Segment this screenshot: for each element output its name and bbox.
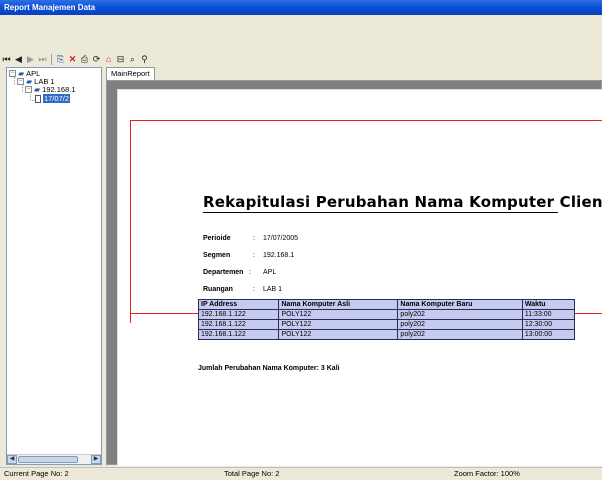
empty-band xyxy=(0,15,602,48)
column-header: Waktu xyxy=(521,299,576,310)
column-header: Nama Komputer Asli xyxy=(278,299,399,310)
rename-table: IP Address Nama Komputer Asli Nama Kompu… xyxy=(197,299,576,340)
print-icon[interactable]: ⎙ xyxy=(80,54,89,64)
table-cell: poly202 xyxy=(397,319,523,330)
toolbar-separator xyxy=(51,53,52,65)
meta-value-departemen: APL xyxy=(263,269,277,276)
close-icon[interactable]: ✕ xyxy=(68,54,77,64)
meta-colon: : xyxy=(249,269,251,276)
table-cell: 13:00:00 xyxy=(521,329,576,340)
table-cell: POLY122 xyxy=(278,309,399,320)
table-cell: 192.168.1.122 xyxy=(197,329,280,340)
zoom-icon[interactable]: ⌕ xyxy=(128,54,137,64)
table-row: 192.168.1.122 POLY122 poly202 12:30:00 xyxy=(197,319,576,330)
rename-summary: Jumlah Perubahan Nama Komputer: 3 Kali xyxy=(198,365,340,372)
meta-value-ruangan: LAB 1 xyxy=(263,286,283,293)
tab-label: MainReport xyxy=(111,69,150,78)
scroll-thumb[interactable] xyxy=(18,456,78,463)
tree-node-label: 192.168.1 xyxy=(42,85,76,94)
meta-label-ruangan: Ruangan xyxy=(203,286,233,293)
table-cell: POLY122 xyxy=(278,329,399,340)
export-icon[interactable]: ⎘ xyxy=(56,54,65,64)
tab-main-report[interactable]: MainReport xyxy=(106,67,155,80)
scroll-left-icon[interactable]: ◀ xyxy=(7,455,17,464)
group-tree-icon[interactable]: ⌂ xyxy=(104,54,113,64)
status-bar: Current Page No: 2 Total Page No: 2 Zoom… xyxy=(0,467,602,480)
table-cell: poly202 xyxy=(397,309,523,320)
window-title: Report Manajemen Data xyxy=(4,3,96,12)
scroll-right-icon[interactable]: ▶ xyxy=(91,455,101,464)
first-page-icon[interactable]: ⏮ xyxy=(2,54,11,64)
refresh-icon[interactable]: ⟳ xyxy=(92,54,101,64)
table-row: 192.168.1.122 POLY122 poly202 13:00:00 xyxy=(197,329,576,340)
previous-page-icon[interactable]: ◀ xyxy=(14,54,23,64)
search-icon[interactable]: ⚲ xyxy=(140,54,149,64)
meta-colon: : xyxy=(253,235,255,242)
meta-colon: : xyxy=(253,252,255,259)
meta-colon: : xyxy=(253,286,255,293)
column-header: IP Address xyxy=(197,299,280,310)
report-title: Rekapitulasi Perubahan Nama Komputer Cli… xyxy=(203,193,602,211)
last-page-icon[interactable]: ⏭ xyxy=(38,54,47,64)
page-margin-guide xyxy=(130,120,602,121)
meta-value-periode: 17/07/2005 xyxy=(263,235,299,242)
table-cell: 12:30:00 xyxy=(521,319,576,330)
report-toolbar: ⏮ ◀ ▶ ⏭ ⎘ ✕ ⎙ ⟳ ⌂ ⊟ ⌕ ⚲ xyxy=(2,52,172,66)
meta-label-segmen: Segmen xyxy=(203,252,231,259)
tree-horizontal-scrollbar[interactable]: ◀ ▶ xyxy=(7,454,101,464)
table-header-row: IP Address Nama Komputer Asli Nama Kompu… xyxy=(197,299,576,310)
tree-node-date[interactable]: 17/07/2 xyxy=(35,94,71,103)
title-underline xyxy=(203,212,558,213)
meta-label-periode: Perioide xyxy=(203,235,231,242)
status-zoom: Zoom Factor: 100% xyxy=(454,469,520,478)
collapse-icon[interactable]: − xyxy=(25,86,32,93)
window-title-bar: Report Manajemen Data xyxy=(0,0,602,15)
tree-node-label: 17/07/2 xyxy=(43,94,71,103)
tree-node-segment[interactable]: − ▰ 192.168.1 xyxy=(25,85,76,94)
table-cell: POLY122 xyxy=(278,319,399,330)
document-icon xyxy=(35,94,41,103)
tree-connector xyxy=(14,77,15,85)
report-viewer[interactable]: Rekapitulasi Perubahan Nama Komputer Cli… xyxy=(106,80,602,466)
page-margin-guide xyxy=(130,120,131,323)
table-row: 192.168.1.122 POLY122 poly202 11:33:00 xyxy=(197,309,576,320)
next-page-icon[interactable]: ▶ xyxy=(26,54,35,64)
meta-label-departemen: Departemen xyxy=(203,269,244,276)
collapse-icon[interactable]: − xyxy=(9,70,16,77)
status-total-page: Total Page No: 2 xyxy=(224,469,280,478)
table-cell: poly202 xyxy=(397,329,523,340)
toggle-tree-icon[interactable]: ⊟ xyxy=(116,54,125,64)
group-tree[interactable]: − ▰ APL − ▰ LAB 1 − ▰ 192.168.1 17/07/2 … xyxy=(6,67,102,465)
table-cell: 192.168.1.122 xyxy=(197,319,280,330)
status-current-page: Current Page No: 2 xyxy=(4,469,69,478)
collapse-icon[interactable]: − xyxy=(17,78,24,85)
table-cell: 192.168.1.122 xyxy=(197,309,280,320)
table-cell: 11:33:00 xyxy=(521,309,576,320)
report-page: Rekapitulasi Perubahan Nama Komputer Cli… xyxy=(118,90,602,466)
folder-icon: ▰ xyxy=(34,84,41,94)
column-header: Nama Komputer Baru xyxy=(397,299,523,310)
meta-value-segmen: 192.168.1 xyxy=(263,252,295,259)
